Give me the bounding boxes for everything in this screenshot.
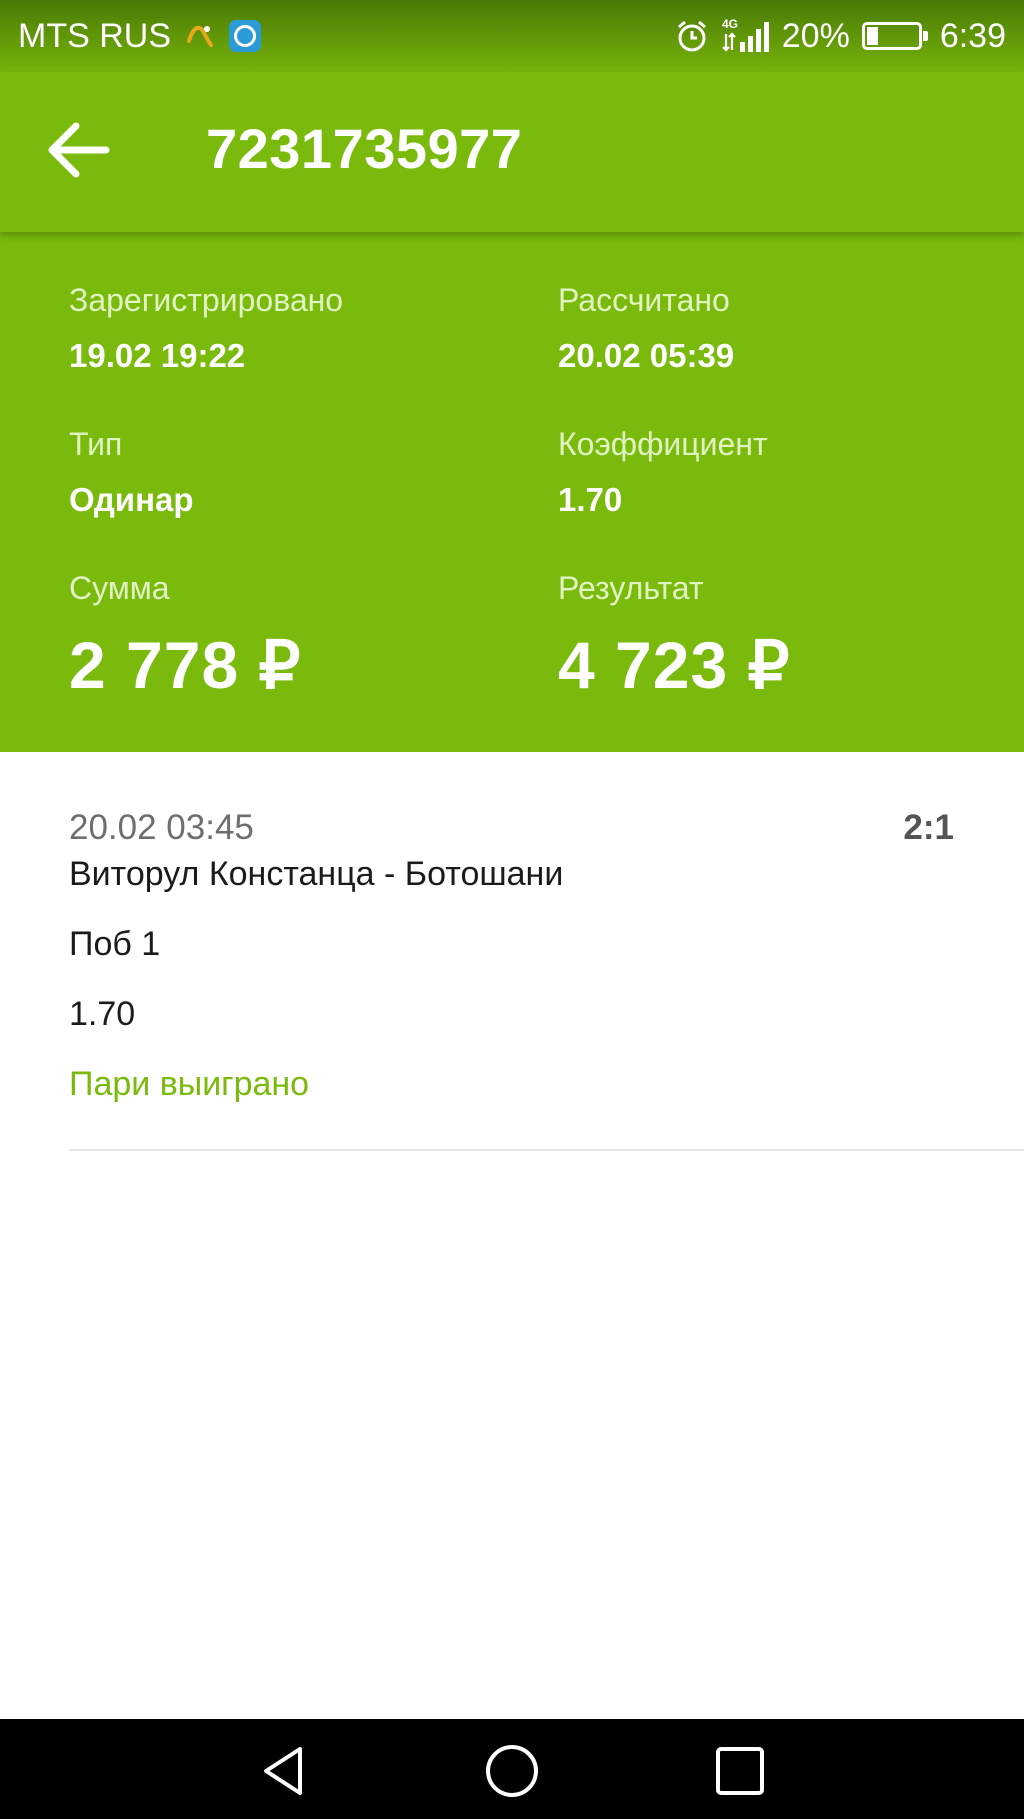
amount-field: Сумма 2 778 ₽	[69, 570, 302, 704]
registered-field: Зарегистрировано 19.02 19:22	[69, 282, 343, 375]
event-name: Виторул Констанца - Ботошани	[69, 855, 564, 893]
result-label: Результат	[558, 570, 704, 606]
arrow-left-icon[interactable]	[44, 120, 110, 180]
signal-4g-icon: 4G	[722, 17, 769, 52]
amount-value: 2 778 ₽	[69, 628, 302, 702]
status-bar-left: MTS RUS	[18, 17, 261, 56]
carrier-name: MTS RUS	[18, 16, 171, 55]
status-bar-right: 4G 20% 6:39	[674, 16, 1006, 56]
app-notification-icon	[187, 25, 213, 47]
coefficient-field: Коэффициент 1.70	[558, 426, 768, 519]
type-label: Тип	[69, 426, 123, 462]
battery-icon	[861, 22, 928, 50]
battery-level	[866, 27, 878, 45]
event-score: 2:1	[903, 808, 954, 847]
clock: 6:39	[939, 16, 1006, 55]
registered-label: Зарегистрировано	[69, 282, 344, 318]
amount-label: Сумма	[69, 570, 170, 606]
home-circle-icon[interactable]	[484, 1743, 540, 1799]
registered-value: 19.02 19:22	[69, 337, 246, 374]
notification-icon	[229, 20, 261, 52]
calculated-value: 20.02 05:39	[558, 337, 735, 374]
battery-percent: 20%	[781, 16, 850, 55]
bet-status: Пари выиграно	[69, 1065, 310, 1103]
bet-summary-panel: Зарегистрировано 19.02 19:22 Рассчитано …	[0, 232, 1024, 752]
calculated-field: Рассчитано 20.02 05:39	[558, 282, 734, 375]
network-type-label: 4G	[722, 17, 738, 31]
page-title: 7231735977	[206, 117, 523, 180]
bet-event-item: 20.02 03:45 2:1 Виторул Констанца - Бото…	[0, 752, 1024, 1152]
app-toolbar: 7231735977	[0, 72, 1024, 232]
system-navigation-bar	[0, 1719, 1024, 1819]
result-field: Результат 4 723 ₽	[558, 570, 791, 704]
coefficient-value: 1.70	[558, 481, 623, 518]
event-date: 20.02 03:45	[69, 808, 254, 847]
back-triangle-icon[interactable]	[256, 1743, 312, 1799]
recents-square-icon[interactable]	[712, 1743, 768, 1799]
type-value: Одинар	[69, 481, 194, 518]
result-value: 4 723 ₽	[558, 628, 791, 702]
alarm-icon	[677, 20, 706, 52]
bet-outcome: Поб 1	[69, 925, 161, 963]
status-bar: MTS RUS 4G 20% 6:39	[0, 0, 1024, 72]
calculated-label: Рассчитано	[558, 282, 730, 318]
bet-odds: 1.70	[69, 995, 136, 1033]
type-field: Тип Одинар	[69, 426, 194, 519]
divider	[69, 1149, 1024, 1151]
coefficient-label: Коэффициент	[558, 426, 768, 462]
